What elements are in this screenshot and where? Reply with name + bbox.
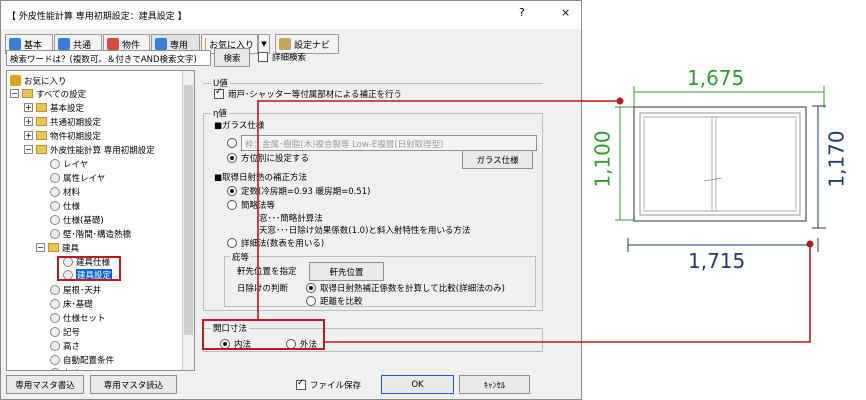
callout-line-inner (257, 100, 620, 320)
callout-dot-outer (806, 240, 814, 248)
tree-selection-highlight (57, 256, 121, 281)
window-outer-frame (633, 106, 807, 222)
outer-width-label: 1,715 (688, 249, 746, 273)
opening-size-highlight (202, 319, 325, 350)
annotation-overlay (57, 86, 826, 350)
inner-width-label: 1,675 (687, 66, 745, 90)
callout-dot-inner (616, 97, 624, 105)
inner-height-label: 1,100 (590, 130, 615, 188)
outer-height-label: 1,170 (824, 130, 849, 188)
